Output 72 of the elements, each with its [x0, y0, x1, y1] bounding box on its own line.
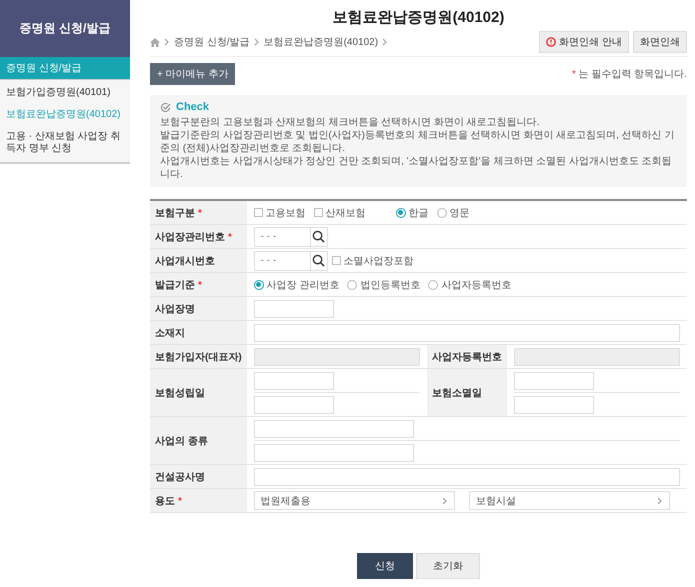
chevron-right-icon [164, 38, 170, 46]
check-text: 사업개시번호는 사업개시상태가 정상인 건만 조회되며, '소멸사업장포함'을 체크하면 소멸된 사업개시번호도 조회됩니다. [160, 155, 673, 181]
field-label: 보험소멸일 [432, 388, 482, 398]
field-label: 건설공사명 [155, 472, 205, 482]
text-field[interactable] [254, 444, 414, 462]
search-icon [312, 254, 326, 267]
required-mark: * [178, 496, 182, 506]
checkbox-label: 소멸사업장포함 [344, 254, 414, 268]
page-title: 보험료완납증명원(40102) [332, 8, 506, 28]
check-title: Check [176, 101, 210, 113]
field-label: 소재지 [155, 328, 185, 338]
radio-label: 사업장 관리번호 [266, 278, 340, 292]
radio-button[interactable] [347, 280, 358, 290]
search-icon [312, 230, 326, 243]
radio-label: 사업자등록번호 [441, 278, 512, 292]
check-text: 보험구분란의 고용보험과 산재보험의 체크버튼을 선택하시면 화면이 새로고침됩니다. [160, 116, 540, 129]
radio-label: 법인등록번호 [360, 278, 420, 292]
text-field[interactable] [254, 324, 680, 342]
checkbox[interactable] [314, 208, 323, 217]
required-mark: * [228, 232, 232, 242]
search-button[interactable] [310, 250, 328, 270]
field-label: 사업자등록번호 [432, 352, 502, 362]
breadcrumb-link[interactable]: 보험료완납증명원(40102) [264, 35, 378, 49]
field-label: 보험성립일 [155, 388, 205, 398]
sidebar-item[interactable]: 보험가입증명원(40101) [0, 82, 130, 104]
field-label: 사업장명 [155, 304, 195, 314]
print-button[interactable]: 화면인쇄 [633, 31, 687, 53]
field-label: 보험구분 [155, 208, 195, 218]
home-icon[interactable] [150, 38, 160, 46]
alert-icon [546, 37, 556, 47]
field-label: 보험가입자(대표자) [155, 352, 242, 362]
radio-label: 한글 [408, 206, 429, 220]
checkbox[interactable] [254, 208, 263, 217]
text-field[interactable] [254, 468, 680, 486]
text-field[interactable] [254, 300, 334, 318]
add-my-menu-button[interactable]: + 마이메뉴 추가 [150, 63, 236, 85]
sidebar-item[interactable]: 고용 · 산재보험 사업장 취득자 명부 신청 [0, 126, 130, 160]
radio-label: 영문 [450, 206, 470, 220]
number-field[interactable]: - - - [254, 250, 310, 270]
field-label: 발급기준 [155, 280, 195, 290]
checkbox-label: 산재보험 [326, 206, 366, 220]
chevron-right-icon [254, 38, 260, 46]
check-text: 발급기준란의 사업장관리번호 및 법인(사업자)등록번호의 체크버튼을 선택하시면 화면이 새로고침되며, 선택하신 기준의 (전체)사업장관리번호로 조회됩니다. [160, 129, 676, 155]
required-note: * 는 필수입력 항목입니다. [572, 68, 687, 81]
breadcrumb-link[interactable]: 증명원 신청/발급 [174, 35, 250, 49]
field-label: 사업의 종류 [155, 436, 208, 446]
required-mark: * [198, 280, 202, 290]
required-mark: * [198, 208, 202, 218]
text-field[interactable] [254, 396, 334, 414]
reset-button[interactable]: 초기화 [416, 553, 480, 579]
checkbox-label: 고용보험 [266, 206, 306, 220]
search-button[interactable] [310, 226, 328, 246]
chevron-right-icon [382, 38, 388, 46]
radio-button[interactable] [396, 208, 406, 218]
print-guide-button[interactable]: 화면인쇄 안내 [539, 31, 629, 53]
text-field[interactable] [514, 372, 594, 390]
radio-button[interactable] [428, 280, 438, 290]
field-label: 사업개시번호 [155, 256, 215, 266]
text-field[interactable] [254, 420, 414, 438]
dropdown[interactable]: 법원제출용 [254, 491, 455, 510]
text-field[interactable] [254, 372, 334, 390]
checkbox[interactable] [332, 256, 341, 265]
check-circle-icon [160, 102, 171, 112]
field-label: 사업장관리번호 [155, 232, 225, 242]
submit-button[interactable]: 신청 [357, 553, 413, 579]
field-label: 용도 [155, 496, 175, 506]
dropdown[interactable]: 보험시설 [468, 491, 670, 510]
sidebar-title: 증명원 신청/발급 [0, 0, 130, 57]
text-field[interactable] [514, 396, 594, 414]
number-field[interactable]: - - - [254, 226, 310, 246]
radio-button[interactable] [254, 280, 264, 290]
radio-button[interactable] [436, 208, 447, 218]
